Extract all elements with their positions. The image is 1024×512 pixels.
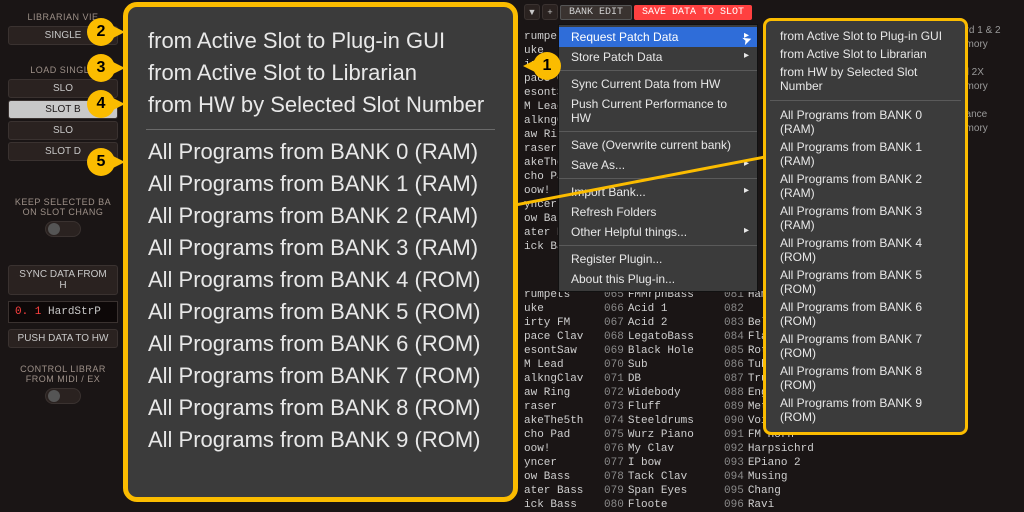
keep-selected-label: KEEP SELECTED BA ON SLOT CHANG <box>8 197 118 217</box>
menu-store-patch-data[interactable]: Store Patch Data <box>559 47 757 67</box>
patch-entry[interactable]: raser <box>524 400 614 414</box>
patch-entry[interactable]: 070Sub <box>604 358 724 372</box>
patch-entry[interactable]: 095Chang <box>724 484 844 498</box>
badge-3: 3 <box>87 54 115 82</box>
big-item-0[interactable]: from Active Slot to Plug-in GUI <box>146 25 495 57</box>
big-bank-3[interactable]: All Programs from BANK 3 (RAM) <box>146 232 495 264</box>
patch-entry[interactable]: 075Wurz Piano <box>604 428 724 442</box>
big-bank-8[interactable]: All Programs from BANK 8 (ROM) <box>146 392 495 424</box>
patch-entry[interactable]: 093EPiano 2 <box>724 456 844 470</box>
patch-entry[interactable]: esontSaw <box>524 344 614 358</box>
patch-entry[interactable]: cho Pad <box>524 428 614 442</box>
sub-bank-8[interactable]: All Programs from BANK 8 (ROM) <box>770 362 961 394</box>
patch-entry[interactable]: oow! <box>524 442 614 456</box>
badge-5: 5 <box>87 148 115 176</box>
menu-sync-current[interactable]: Sync Current Data from HW <box>559 74 757 94</box>
patch-entry[interactable]: 068LegatoBass <box>604 330 724 344</box>
sub-item-1[interactable]: from Active Slot to Librarian <box>770 45 961 63</box>
badge-1: 1 <box>533 52 561 80</box>
patch-entry[interactable]: 074Steeldrums <box>604 414 724 428</box>
sub-bank-5[interactable]: All Programs from BANK 5 (ROM) <box>770 266 961 298</box>
big-bank-6[interactable]: All Programs from BANK 6 (ROM) <box>146 328 495 360</box>
patch-entry[interactable]: 069Black Hole <box>604 344 724 358</box>
big-bank-4[interactable]: All Programs from BANK 4 (ROM) <box>146 264 495 296</box>
patch-entry[interactable]: 072Widebody <box>604 386 724 400</box>
slot-c-button[interactable]: SLO <box>8 121 118 140</box>
menu-request-patch-data[interactable]: Request Patch Data <box>559 27 757 47</box>
sub-bank-9[interactable]: All Programs from BANK 9 (ROM) <box>770 394 961 426</box>
sub-item-0[interactable]: from Active Slot to Plug-in GUI <box>770 27 961 45</box>
current-patch-display: 0. 1 HardStrP <box>8 301 118 323</box>
patch-entry[interactable]: aw Ring <box>524 386 614 400</box>
menu-save-as[interactable]: Save As... <box>559 155 757 175</box>
patch-number: 0. 1 <box>15 306 41 318</box>
patch-entry[interactable]: 066Acid 1 <box>604 302 724 316</box>
patch-entry[interactable]: 078Tack Clav <box>604 470 724 484</box>
badge-2: 2 <box>87 18 115 46</box>
menu-push-current[interactable]: Push Current Performance to HW <box>559 94 757 128</box>
patch-entry[interactable]: 076My Clav <box>604 442 724 456</box>
patch-entry[interactable]: ater Bass <box>524 484 614 498</box>
control-lib-label: CONTROL LIBRAR FROM MIDI / EX <box>8 364 118 384</box>
big-bank-2[interactable]: All Programs from BANK 2 (RAM) <box>146 200 495 232</box>
big-bank-9[interactable]: All Programs from BANK 9 (ROM) <box>146 424 495 456</box>
enlarged-submenu-callout: from Active Slot to Plug-in GUI from Act… <box>123 2 518 502</box>
patch-entry[interactable]: M Lead <box>524 358 614 372</box>
sub-bank-0[interactable]: All Programs from BANK 0 (RAM) <box>770 106 961 138</box>
big-bank-1[interactable]: All Programs from BANK 1 (RAM) <box>146 168 495 200</box>
patch-entry[interactable]: pace Clav <box>524 330 614 344</box>
patch-entry[interactable]: 079Span Eyes <box>604 484 724 498</box>
sub-item-2[interactable]: from HW by Selected Slot Number <box>770 63 961 95</box>
patch-entry[interactable]: yncer <box>524 456 614 470</box>
save-data-to-slot-button[interactable]: SAVE DATA TO SLOT <box>634 5 752 20</box>
control-lib-toggle[interactable] <box>45 388 81 404</box>
menu-other-helpful[interactable]: Other Helpful things... <box>559 222 757 242</box>
patch-entry[interactable]: akeThe5th <box>524 414 614 428</box>
patch-entry[interactable]: 077I bow <box>604 456 724 470</box>
menu-register-plugin[interactable]: Register Plugin... <box>559 249 757 269</box>
big-bank-0[interactable]: All Programs from BANK 0 (RAM) <box>146 136 495 168</box>
menu-import-bank[interactable]: Import Bank... <box>559 182 757 202</box>
patch-entry[interactable]: 067Acid 2 <box>604 316 724 330</box>
sub-bank-7[interactable]: All Programs from BANK 7 (ROM) <box>770 330 961 362</box>
patch-entry[interactable]: 094Musing <box>724 470 844 484</box>
sync-data-button[interactable]: SYNC DATA FROM H <box>8 265 118 295</box>
menu-about[interactable]: About this Plug-in... <box>559 269 757 289</box>
badge-4: 4 <box>87 90 115 118</box>
patch-entry[interactable]: uke <box>524 302 614 316</box>
patch-entry[interactable]: 092Harpsichrd <box>724 442 844 456</box>
add-icon[interactable]: + <box>542 4 558 20</box>
menu-refresh-folders[interactable]: Refresh Folders <box>559 202 757 222</box>
patch-name: HardStrP <box>48 306 101 318</box>
keep-selected-toggle[interactable] <box>45 221 81 237</box>
sub-bank-6[interactable]: All Programs from BANK 6 (ROM) <box>770 298 961 330</box>
topbar: ▼ + BANK EDIT SAVE DATA TO SLOT <box>524 4 752 20</box>
big-separator <box>146 129 495 130</box>
dropdown-icon[interactable]: ▼ <box>524 4 540 20</box>
sub-bank-1[interactable]: All Programs from BANK 1 (RAM) <box>770 138 961 170</box>
sub-bank-4[interactable]: All Programs from BANK 4 (ROM) <box>770 234 961 266</box>
patch-entry[interactable]: 071DB <box>604 372 724 386</box>
patch-entry[interactable]: alkngClav <box>524 372 614 386</box>
push-data-button[interactable]: PUSH DATA TO HW <box>8 329 118 348</box>
sub-bank-2[interactable]: All Programs from BANK 2 (RAM) <box>770 170 961 202</box>
big-bank-5[interactable]: All Programs from BANK 5 (ROM) <box>146 296 495 328</box>
menu-save[interactable]: Save (Overwrite current bank) <box>559 135 757 155</box>
big-bank-7[interactable]: All Programs from BANK 7 (ROM) <box>146 360 495 392</box>
sub-bank-3[interactable]: All Programs from BANK 3 (RAM) <box>770 202 961 234</box>
big-item-2[interactable]: from HW by Selected Slot Number <box>146 89 495 121</box>
patch-entry[interactable]: ow Bass <box>524 470 614 484</box>
request-patch-submenu: from Active Slot to Plug-in GUI from Act… <box>763 18 968 435</box>
bank-edit-button[interactable]: BANK EDIT <box>560 5 632 20</box>
patch-entry[interactable]: 073Fluff <box>604 400 724 414</box>
patch-entry[interactable]: irty FM <box>524 316 614 330</box>
context-menu: Request Patch Data Store Patch Data Sync… <box>558 24 758 292</box>
big-item-1[interactable]: from Active Slot to Librarian <box>146 57 495 89</box>
